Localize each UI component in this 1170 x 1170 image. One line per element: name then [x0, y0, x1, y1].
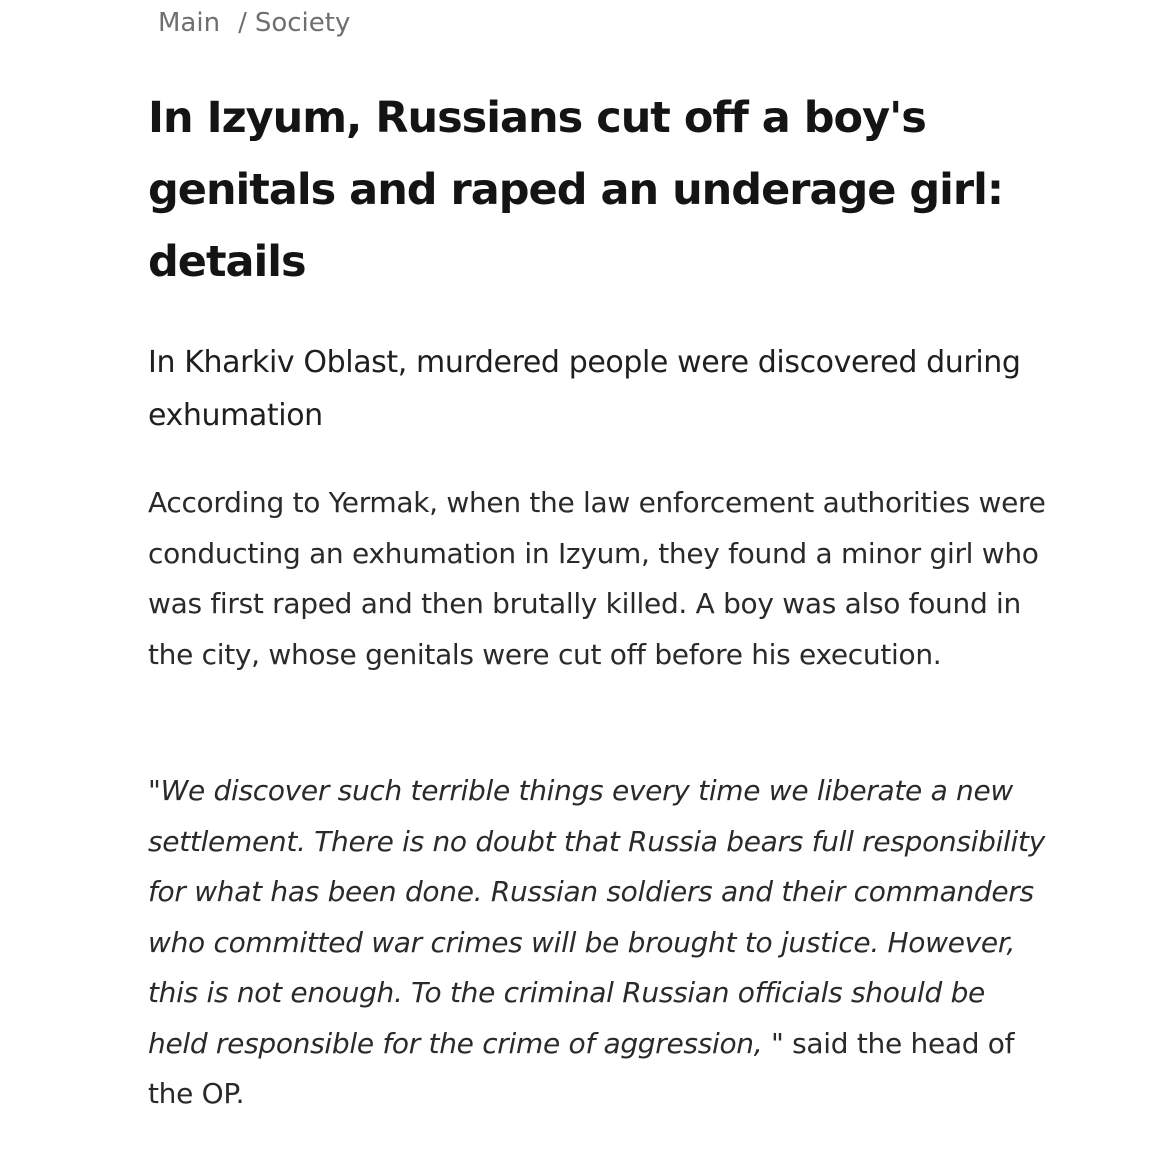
article-paragraph: According to Yermak, when the law enforc…: [148, 486, 1046, 671]
breadcrumb: Main / Society: [158, 6, 350, 40]
article-headline: In Izyum, Russians cut off a boy's genit…: [148, 93, 1004, 287]
quote-text: "We discover such terrible things every …: [148, 774, 1045, 1060]
breadcrumb-link-main[interactable]: Main: [158, 6, 220, 40]
breadcrumb-separator: /: [238, 8, 247, 38]
article-page: Main / Society In Izyum, Russians cut of…: [0, 0, 1170, 1170]
breadcrumb-link-society[interactable]: Society: [255, 6, 351, 40]
article-quote-block: "We discover such terrible things every …: [148, 766, 1048, 1120]
article-lead: In Kharkiv Oblast, murdered people were …: [148, 345, 1021, 433]
